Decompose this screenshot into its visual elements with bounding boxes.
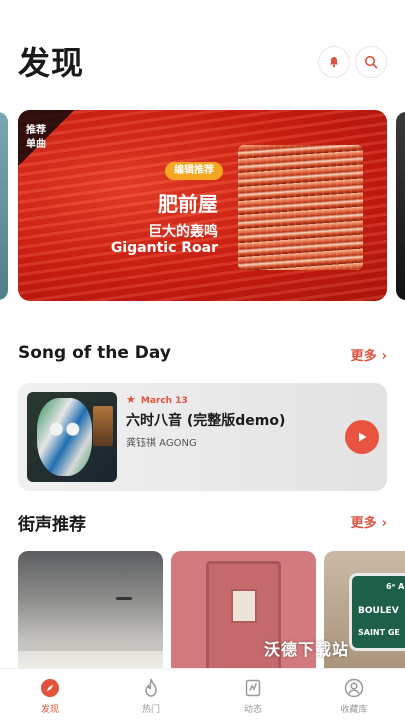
header: 发现 — [0, 0, 405, 100]
song-date-text: March 13 — [140, 396, 188, 406]
tab-hot[interactable]: 热门 — [121, 678, 181, 715]
song-of-day-more-link[interactable]: 更多 › — [351, 345, 387, 364]
chevron-right-icon: › — [381, 349, 387, 364]
play-button[interactable] — [345, 420, 379, 454]
song-title: 六时八音 (完整版demo) — [126, 413, 286, 429]
recommend-tag-line2: 单曲 — [26, 139, 46, 150]
play-icon — [359, 432, 367, 442]
song-date: ★ March 13 — [126, 393, 188, 406]
recommend-tag: 推荐 单曲 — [18, 110, 74, 166]
window-light-image — [93, 406, 113, 446]
tab-discover[interactable]: 发现 — [20, 678, 80, 715]
bell-icon — [330, 57, 338, 68]
song-artist: 龚钰祺 AGONG — [126, 438, 197, 449]
song-cover-art — [27, 392, 117, 482]
featured-banner[interactable]: 推荐 单曲 编辑推荐 肥前屋 巨大的轰鸣 Gigantic Roar — [18, 110, 387, 301]
banner-artist: 肥前屋 — [158, 192, 218, 216]
flame-icon — [145, 678, 157, 697]
street-header: 街声推荐 更多 › — [18, 510, 387, 535]
sign-text: BOULEV — [358, 606, 399, 616]
prev-banner-peek[interactable] — [0, 112, 8, 300]
editor-pick-badge: 编辑推荐 — [165, 162, 223, 180]
profile-icon — [344, 678, 364, 698]
song-of-day-header: Song of the Day 更多 › — [18, 343, 387, 367]
sign-text: 6ᵉ Ar — [386, 582, 405, 591]
song-of-day-title: Song of the Day — [18, 343, 171, 363]
tab-activity[interactable]: 动态 — [223, 678, 283, 715]
tab-label: 发现 — [40, 705, 59, 715]
more-label: 更多 — [350, 516, 377, 531]
notification-button[interactable] — [318, 46, 350, 78]
tab-label: 收藏库 — [340, 705, 368, 715]
banner-subtitle-en: Gigantic Roar — [110, 240, 218, 256]
compass-icon — [41, 679, 59, 697]
tab-label: 动态 — [243, 705, 262, 715]
search-icon — [364, 55, 378, 69]
painted-face-image — [37, 398, 92, 476]
more-label: 更多 — [350, 349, 377, 364]
street-more-link[interactable]: 更多 › — [351, 512, 387, 531]
street-sign-image: 6ᵉ Ar BOULEV SAINT GE — [349, 573, 405, 651]
page-title: 发现 — [18, 44, 85, 82]
sign-text: SAINT GE — [358, 628, 400, 637]
banner-subtitle-cn: 巨大的轰鸣 — [148, 224, 218, 240]
street-card[interactable] — [18, 551, 163, 671]
street-title: 街声推荐 — [18, 515, 86, 535]
next-banner-peek[interactable] — [396, 112, 405, 300]
search-button[interactable] — [355, 46, 387, 78]
watermark: 沃德下载站 — [264, 640, 350, 659]
activity-icon — [245, 679, 261, 697]
paper-note-image — [231, 589, 257, 623]
banner-carousel[interactable]: 推荐 单曲 编辑推荐 肥前屋 巨大的轰鸣 Gigantic Roar — [0, 108, 405, 303]
recommend-tag-line1: 推荐 — [26, 125, 46, 136]
tab-label: 热门 — [141, 705, 160, 715]
bottom-tab-bar: 发现 热门 动态 收藏库 — [0, 668, 405, 720]
banner-cover-art[interactable] — [238, 145, 363, 270]
song-of-day-card[interactable]: ★ March 13 六时八音 (完整版demo) 龚钰祺 AGONG — [18, 383, 387, 491]
airplane-image — [116, 597, 132, 600]
tab-library[interactable]: 收藏库 — [324, 678, 384, 715]
chevron-right-icon: › — [381, 516, 387, 531]
star-icon: ★ — [126, 393, 136, 406]
